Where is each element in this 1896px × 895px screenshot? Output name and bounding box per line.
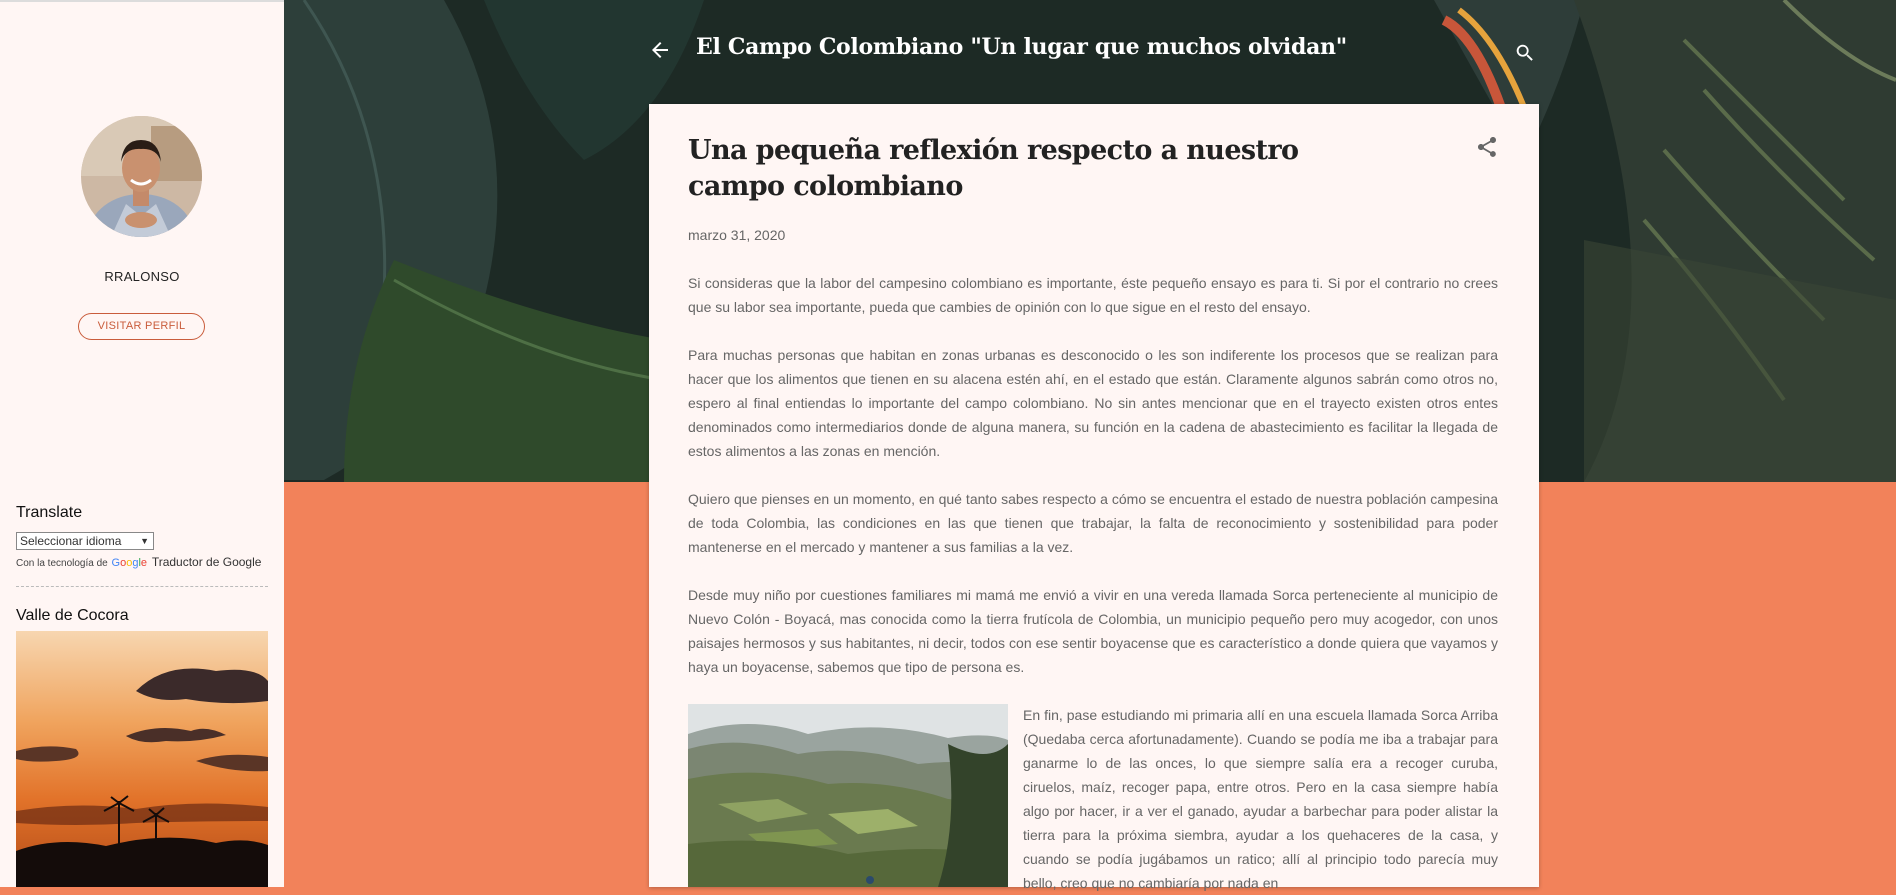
post-title: Una pequeña reflexión respecto a nuestro…: [688, 135, 1299, 202]
cocora-photo[interactable]: [16, 631, 268, 887]
back-arrow-icon[interactable]: [648, 38, 672, 62]
sidebar: RRALONSO VISITAR PERFIL Translate Selecc…: [0, 0, 284, 887]
powered-by-google: Con la tecnología de Google Traductor de…: [16, 555, 261, 569]
profile-name: RRALONSO: [104, 269, 180, 284]
post-paragraph: Desde muy niño por cuestiones familiares…: [688, 587, 1498, 675]
translate-widget-title: Translate: [16, 504, 83, 521]
search-icon[interactable]: [1514, 42, 1536, 64]
post-date: marzo 31, 2020: [688, 227, 786, 243]
post-paragraph: En fin, pase estudiando mi primaria allí…: [1023, 707, 1498, 891]
google-translate-link[interactable]: Traductor de Google: [152, 555, 262, 569]
post-card: Una pequeña reflexión respecto a nuestro…: [649, 104, 1539, 891]
post-image-landscape[interactable]: [688, 704, 1008, 887]
powered-by-prefix: Con la tecnología de: [16, 558, 108, 569]
cocora-widget-title: Valle de Cocora: [16, 607, 129, 624]
blog-title[interactable]: El Campo Colombiano "Un lugar que muchos…: [696, 34, 1347, 60]
post-paragraph: Para muchas personas que habitan en zona…: [688, 347, 1498, 459]
share-icon[interactable]: [1475, 135, 1499, 159]
visit-profile-button[interactable]: VISITAR PERFIL: [78, 313, 205, 340]
language-select[interactable]: Seleccionar idioma ▼: [16, 532, 154, 550]
google-logo[interactable]: Google: [112, 557, 148, 569]
language-select-value: Seleccionar idioma: [20, 534, 122, 548]
sidebar-divider: [16, 586, 268, 587]
post-paragraph: Si consideras que la labor del campesino…: [688, 275, 1498, 315]
post-paragraph: Quiero que pienses en un momento, en qué…: [688, 491, 1498, 555]
dropdown-caret-icon: ▼: [140, 536, 149, 546]
avatar[interactable]: [81, 116, 202, 237]
